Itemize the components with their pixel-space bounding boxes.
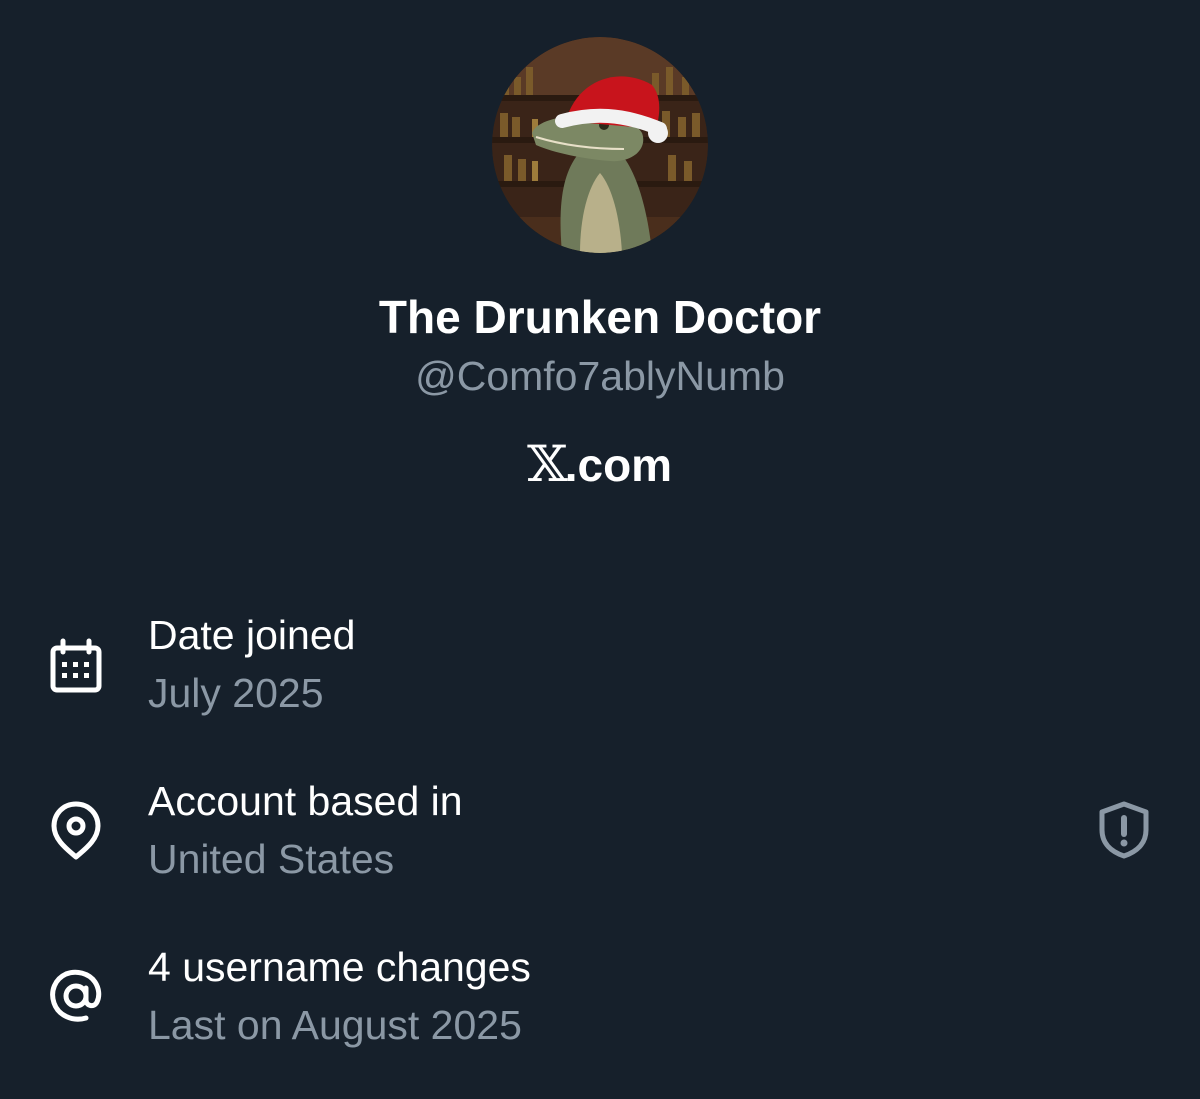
location-pin-icon bbox=[51, 801, 101, 860]
x-logo-icon: 𝕏 bbox=[526, 435, 568, 493]
date-joined-label: Date joined bbox=[148, 612, 356, 658]
at-sign-icon bbox=[50, 969, 102, 1022]
account-location-label: Account based in bbox=[148, 778, 463, 824]
info-row-username-changes: 4 username changes Last on August 2025 bbox=[0, 940, 1200, 1060]
profile-header: The Drunken Doctor @Comfo7ablyNumb 𝕏.com bbox=[0, 0, 1200, 520]
site-suffix: .com bbox=[564, 439, 673, 491]
username-changes-label: 4 username changes bbox=[148, 944, 531, 990]
calendar-icon bbox=[50, 638, 102, 693]
site-label: 𝕏.com bbox=[0, 436, 1200, 493]
username-changes-value: Last on August 2025 bbox=[148, 1002, 522, 1048]
info-row-account-location: Account based in United States bbox=[0, 774, 1200, 894]
shield-alert-icon[interactable] bbox=[1092, 798, 1156, 862]
username-handle: @Comfo7ablyNumb bbox=[415, 353, 785, 399]
date-joined-value: July 2025 bbox=[148, 670, 324, 716]
avatar-image bbox=[492, 37, 708, 253]
account-location-value: United States bbox=[148, 836, 395, 882]
display-name: The Drunken Doctor bbox=[378, 291, 822, 343]
avatar[interactable] bbox=[492, 37, 708, 253]
info-row-date-joined: Date joined July 2025 bbox=[0, 608, 1200, 728]
